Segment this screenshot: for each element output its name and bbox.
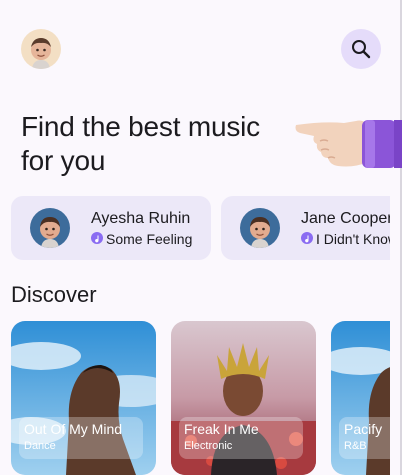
music-note-icon: [91, 232, 103, 244]
album-title: Freak In Me: [184, 421, 259, 437]
album-title: Pacify: [344, 421, 383, 437]
discover-heading: Discover: [11, 282, 97, 307]
profile-avatar-button[interactable]: [21, 29, 61, 69]
friend-card[interactable]: Ayesha Ruhin Some Feeling: [11, 196, 211, 260]
album-title: Out Of My Mind: [24, 421, 123, 437]
album-card[interactable]: Pacify R&B: [331, 321, 390, 475]
search-button[interactable]: [341, 29, 381, 69]
album-genre: Dance: [24, 440, 56, 452]
friend-status: I Didn't Know: [301, 231, 390, 247]
top-bar: [21, 29, 381, 69]
music-note-icon: [301, 232, 313, 244]
memoji-avatar-icon: [250, 217, 270, 248]
memoji-avatar-icon: [31, 38, 51, 69]
friend-avatar: [240, 208, 280, 248]
memoji-avatar-icon: [40, 217, 60, 248]
album-label: Out Of My Mind Dance: [19, 417, 143, 459]
album-label: Pacify R&B: [339, 417, 390, 459]
discover-album-list: Out Of My Mind Dance Freak In Me Electro…: [11, 321, 390, 475]
search-icon: [352, 40, 371, 59]
album-genre: R&B: [344, 440, 367, 452]
friend-status-text: I Didn't Know: [316, 231, 390, 247]
album-label: Freak In Me Electronic: [179, 417, 303, 459]
friend-card[interactable]: Jane Cooper I Didn't Know: [221, 196, 390, 260]
friend-name: Ayesha Ruhin: [91, 210, 191, 227]
friend-name: Jane Cooper: [301, 210, 390, 227]
album-genre: Electronic: [184, 440, 233, 452]
album-card[interactable]: Freak In Me Electronic: [171, 321, 316, 475]
pointing-hand-icon: [295, 120, 402, 168]
page-headline: Find the best music for you: [21, 111, 260, 176]
friends-list: Ayesha Ruhin Some Feeling Jane Cooper I …: [11, 196, 390, 262]
album-card[interactable]: Out Of My Mind Dance: [11, 321, 156, 475]
friend-avatar: [30, 208, 70, 248]
friend-status: Some Feeling: [91, 231, 192, 247]
friend-status-text: Some Feeling: [106, 231, 193, 247]
